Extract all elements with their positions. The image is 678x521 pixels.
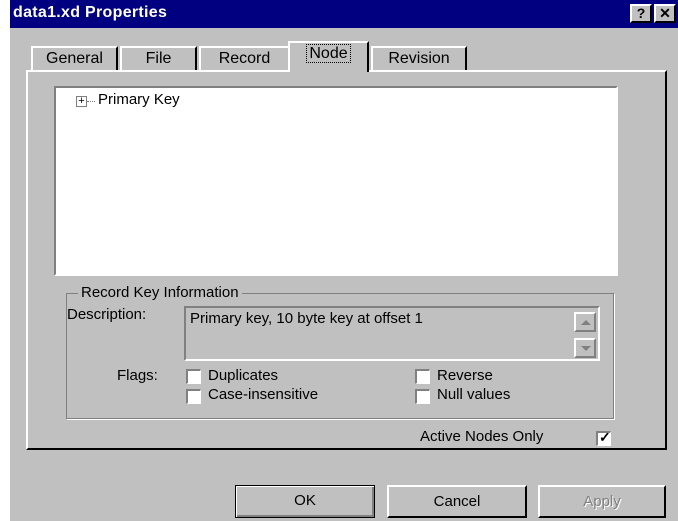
description-label: Description: bbox=[67, 306, 147, 323]
active-nodes-only-label: Active Nodes Only bbox=[420, 428, 544, 445]
tab-file[interactable]: File bbox=[120, 46, 197, 70]
scroll-down-button[interactable] bbox=[574, 338, 596, 358]
checkmark-icon: ✓ bbox=[599, 429, 611, 445]
apply-button[interactable]: Apply bbox=[538, 485, 666, 518]
reverse-checkbox[interactable] bbox=[415, 369, 430, 384]
tab-general[interactable]: General bbox=[31, 46, 118, 70]
title-bar[interactable]: data1.xd Properties ? ✕ bbox=[10, 0, 678, 28]
duplicates-label: Duplicates bbox=[208, 367, 279, 384]
tree-connector bbox=[87, 101, 95, 102]
tab-node[interactable]: Node bbox=[288, 41, 369, 72]
null-values-checkbox[interactable] bbox=[415, 389, 430, 404]
properties-dialog: data1.xd Properties ? ✕ General File Rec… bbox=[10, 0, 678, 521]
up-arrow-icon bbox=[581, 320, 591, 325]
description-value: Primary key, 10 byte key at offset 1 bbox=[190, 310, 423, 327]
window-title: data1.xd Properties bbox=[13, 4, 168, 21]
reverse-label: Reverse bbox=[437, 367, 493, 384]
record-key-group-label: Record Key Information bbox=[78, 284, 242, 301]
description-field[interactable]: Primary key, 10 byte key at offset 1 bbox=[184, 306, 600, 361]
down-arrow-icon bbox=[581, 346, 591, 351]
expand-plus-icon[interactable]: + bbox=[76, 96, 87, 107]
flags-label: Flags: bbox=[117, 367, 158, 384]
ok-button[interactable]: OK bbox=[235, 485, 375, 518]
tab-record[interactable]: Record bbox=[199, 46, 290, 70]
tab-revision[interactable]: Revision bbox=[371, 46, 467, 70]
scroll-up-button[interactable] bbox=[574, 312, 596, 332]
case-insensitive-checkbox[interactable] bbox=[186, 389, 201, 404]
active-nodes-only-checkbox[interactable]: ✓ bbox=[596, 429, 611, 446]
node-tree-view[interactable]: + Primary Key bbox=[54, 86, 618, 276]
help-button[interactable]: ? bbox=[630, 4, 652, 23]
case-insensitive-label: Case-insensitive bbox=[208, 386, 319, 403]
close-button[interactable]: ✕ bbox=[654, 4, 676, 23]
cancel-button[interactable]: Cancel bbox=[387, 485, 527, 518]
tree-item-primary-key[interactable]: Primary Key bbox=[98, 91, 180, 108]
null-values-label: Null values bbox=[437, 386, 511, 403]
duplicates-checkbox[interactable] bbox=[186, 369, 201, 384]
